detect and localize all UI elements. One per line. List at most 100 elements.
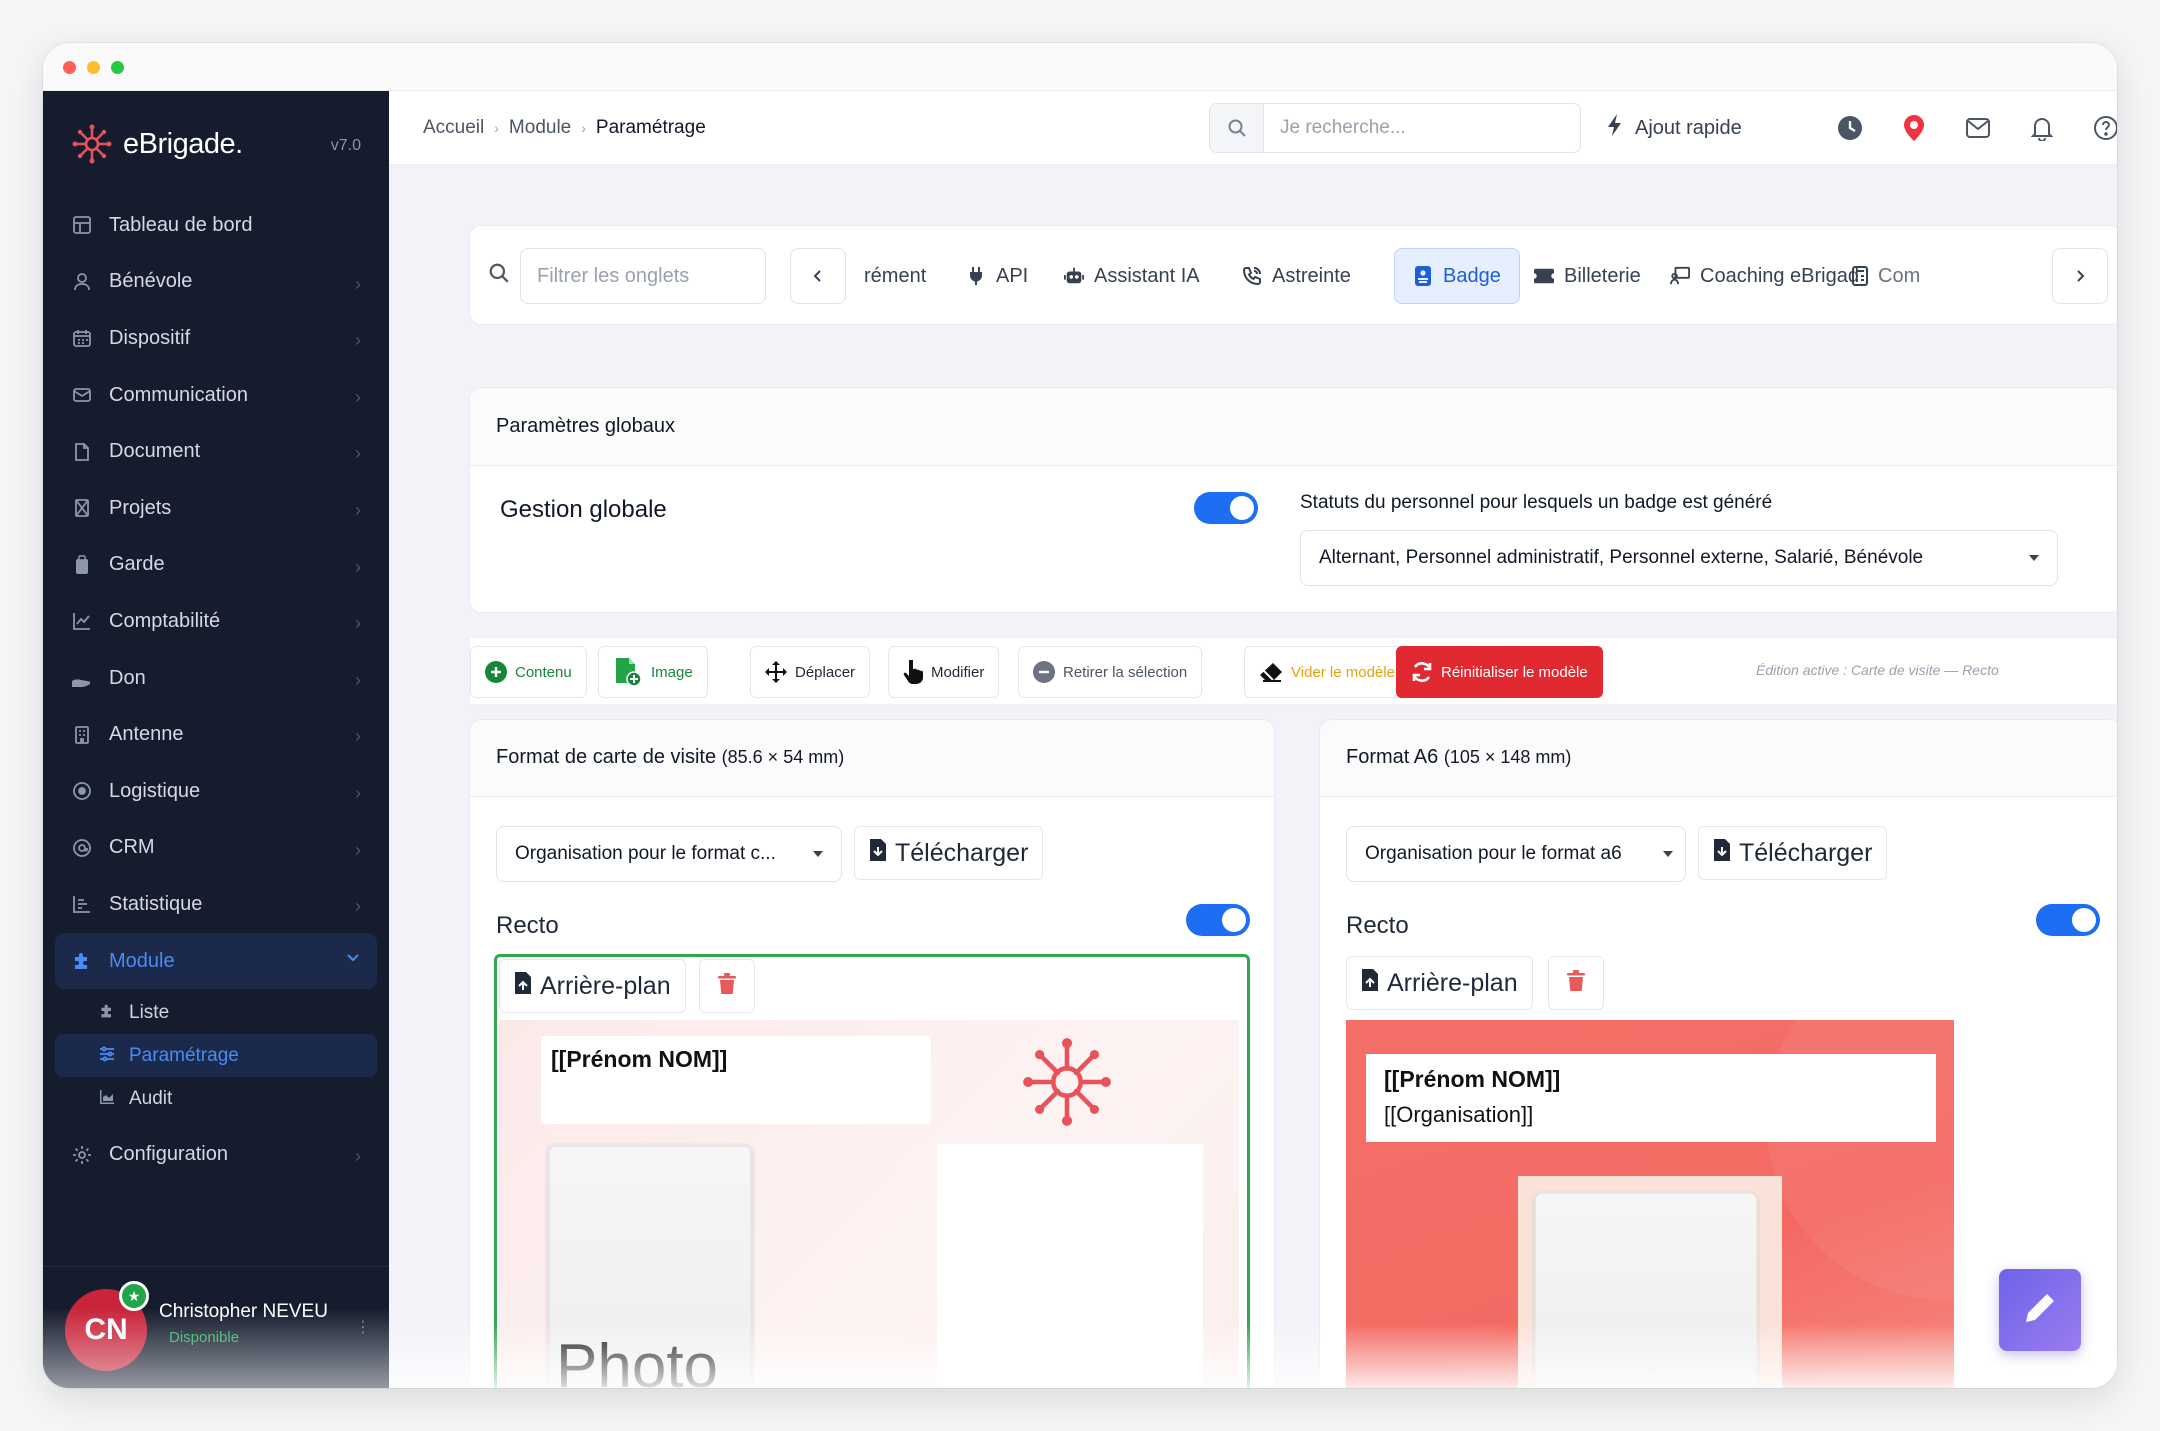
sidebar-item-label: Configuration	[109, 1143, 228, 1166]
area-chart-icon	[99, 1089, 117, 1109]
business-card-info-block[interactable]	[937, 1144, 1203, 1388]
location-pin-icon[interactable]	[1899, 113, 1929, 143]
search-input[interactable]	[1280, 104, 1570, 152]
tab-billeterie[interactable]: Billeterie	[1516, 248, 1659, 304]
sidebar-item-garde[interactable]: Garde ›	[55, 537, 377, 594]
title-bar	[43, 43, 2117, 91]
brand[interactable]: eBrigade.	[71, 119, 243, 169]
tab-label: Comp	[1878, 264, 1920, 287]
tab-assistant-ia[interactable]: Assistant IA	[1046, 248, 1218, 304]
tab-label: API	[996, 264, 1029, 287]
tab-badge[interactable]: Badge	[1394, 248, 1520, 304]
envelope-icon[interactable]	[1963, 113, 1993, 143]
close-window-button[interactable]	[63, 61, 76, 74]
statuses-select[interactable]: Alternant, Personnel administratif, Pers…	[1300, 530, 2058, 586]
a6-format-title: Format A6 (105 × 148 mm)	[1346, 746, 1571, 769]
mail-icon	[71, 384, 93, 406]
tab-coaching-ebrigade[interactable]: Coaching eBrigade	[1652, 248, 1858, 304]
help-icon[interactable]	[2091, 113, 2117, 143]
breadcrumb-accueil[interactable]: Accueil	[423, 117, 484, 139]
clock-icon[interactable]	[1835, 113, 1865, 143]
caret-down-icon	[1663, 851, 1673, 857]
divider	[1320, 796, 2117, 797]
reset-model-button[interactable]: Réinitialiser le modèle	[1396, 646, 1603, 698]
sidebar-item-antenne[interactable]: Antenne ›	[55, 706, 377, 763]
add-image-label: Image	[651, 663, 693, 681]
refresh-icon	[1411, 661, 1433, 683]
sidebar-item-logistique[interactable]: Logistique ›	[55, 763, 377, 820]
sidebar-item-statistique[interactable]: Statistique ›	[55, 876, 377, 933]
a6-name-block[interactable]: [[Prénom NOM]] [[Organisation]]	[1366, 1054, 1936, 1142]
tab-astreinte[interactable]: Astreinte	[1224, 248, 1369, 304]
search-icon	[1210, 104, 1264, 152]
business-card-organisation-select[interactable]: Organisation pour le format c...	[496, 826, 842, 882]
add-content-button[interactable]: Contenu	[470, 646, 587, 698]
tab-evenement[interactable]: rément	[846, 248, 944, 304]
subnav-item-liste[interactable]: Liste	[55, 991, 377, 1034]
move-button[interactable]: Déplacer	[750, 646, 871, 698]
user-icon	[71, 271, 93, 293]
a6-organisation-select[interactable]: Organisation pour le format a6	[1346, 826, 1686, 882]
tabs-scroll-right-button[interactable]	[2052, 248, 2108, 304]
breadcrumb-module[interactable]: Module	[509, 117, 571, 139]
tab-label: Astreinte	[1272, 264, 1351, 287]
business-card-delete-background-button[interactable]	[699, 959, 755, 1013]
user-profile[interactable]: CN ★ Christopher NEVEU Disponible ⋮	[43, 1266, 389, 1388]
tab-filter-input[interactable]	[521, 249, 765, 303]
project-icon	[71, 497, 93, 519]
more-options-icon[interactable]: ⋮	[355, 1317, 371, 1337]
breadcrumb-current: Paramétrage	[595, 117, 706, 138]
business-card-format-name: Format de carte de visite	[496, 746, 717, 768]
sidebar-item-don[interactable]: Don ›	[55, 650, 377, 707]
business-card-recto-toggle[interactable]	[1186, 904, 1250, 936]
business-card-name-placeholder: [[Prénom NOM]]	[551, 1046, 728, 1072]
sidebar-nav: Tableau de bord Bénévole › Dispositif › …	[55, 197, 377, 1183]
sidebar-item-comptabilite[interactable]: Comptabilité ›	[55, 593, 377, 650]
reset-model-label: Réinitialiser le modèle	[1441, 663, 1588, 681]
edit-button[interactable]: Modifier	[888, 646, 1000, 698]
sidebar-item-document[interactable]: Document ›	[55, 423, 377, 480]
main-content: Accueil › Module › Paramétrage Ajout rap…	[389, 91, 2117, 1388]
sidebar-item-projets[interactable]: Projets ›	[55, 480, 377, 537]
business-card-name-block[interactable]: [[Prénom NOM]]	[541, 1036, 931, 1124]
subnav-item-parametrage[interactable]: Paramétrage	[55, 1034, 377, 1078]
a6-background-button[interactable]: Arrière-plan	[1346, 956, 1533, 1010]
trash-icon	[717, 972, 737, 1000]
sidebar-item-crm[interactable]: CRM ›	[55, 820, 377, 877]
remove-selection-button[interactable]: Retirer la sélection	[1018, 646, 1203, 698]
business-card-background-button[interactable]: Arrière-plan	[499, 959, 686, 1013]
business-card-photo[interactable]: Photo	[547, 1144, 753, 1388]
a6-download-button[interactable]: Télécharger	[1698, 826, 1888, 880]
subnav-item-audit[interactable]: Audit	[55, 1077, 377, 1120]
tab-api[interactable]: API	[948, 248, 1046, 304]
minimize-window-button[interactable]	[87, 61, 100, 74]
sidebar-item-module[interactable]: Module	[55, 932, 377, 990]
sidebar-item-tableau-de-bord[interactable]: Tableau de bord	[55, 197, 377, 254]
add-content-label: Contenu	[515, 663, 572, 681]
sidebar-item-configuration[interactable]: Configuration ›	[55, 1126, 377, 1183]
business-card-download-button[interactable]: Télécharger	[854, 826, 1044, 880]
chevron-right-icon: ›	[355, 782, 361, 803]
sidebar-item-dispositif[interactable]: Dispositif ›	[55, 310, 377, 367]
a6-format-dims: (105 × 148 mm)	[1443, 747, 1572, 767]
clear-model-button[interactable]: Vider le modèle	[1244, 646, 1410, 698]
tabs-scroll-left-button[interactable]	[790, 248, 846, 304]
a6-background-label: Arrière-plan	[1387, 968, 1518, 997]
sidebar-item-benevole[interactable]: Bénévole ›	[55, 254, 377, 311]
tab-comptabilite[interactable]: Comp	[1834, 248, 1920, 304]
global-management-toggle[interactable]	[1194, 492, 1258, 524]
quick-add-button[interactable]: Ajout rapide	[1605, 91, 1742, 165]
a6-recto-toggle[interactable]	[2036, 904, 2100, 936]
bell-icon[interactable]	[2027, 113, 2057, 143]
a6-photo[interactable]	[1534, 1192, 1758, 1388]
sidebar-item-label: Communication	[109, 383, 248, 406]
maximize-window-button[interactable]	[111, 61, 124, 74]
global-params-title: Paramètres globaux	[496, 415, 675, 437]
trash-icon	[1566, 969, 1586, 997]
a6-delete-background-button[interactable]	[1548, 956, 1604, 1010]
floating-edit-button[interactable]	[1999, 1269, 2081, 1351]
add-image-button[interactable]: Image	[598, 646, 708, 698]
file-icon	[71, 441, 93, 463]
sidebar-item-communication[interactable]: Communication ›	[55, 367, 377, 424]
tab-label: Badge	[1443, 264, 1501, 287]
